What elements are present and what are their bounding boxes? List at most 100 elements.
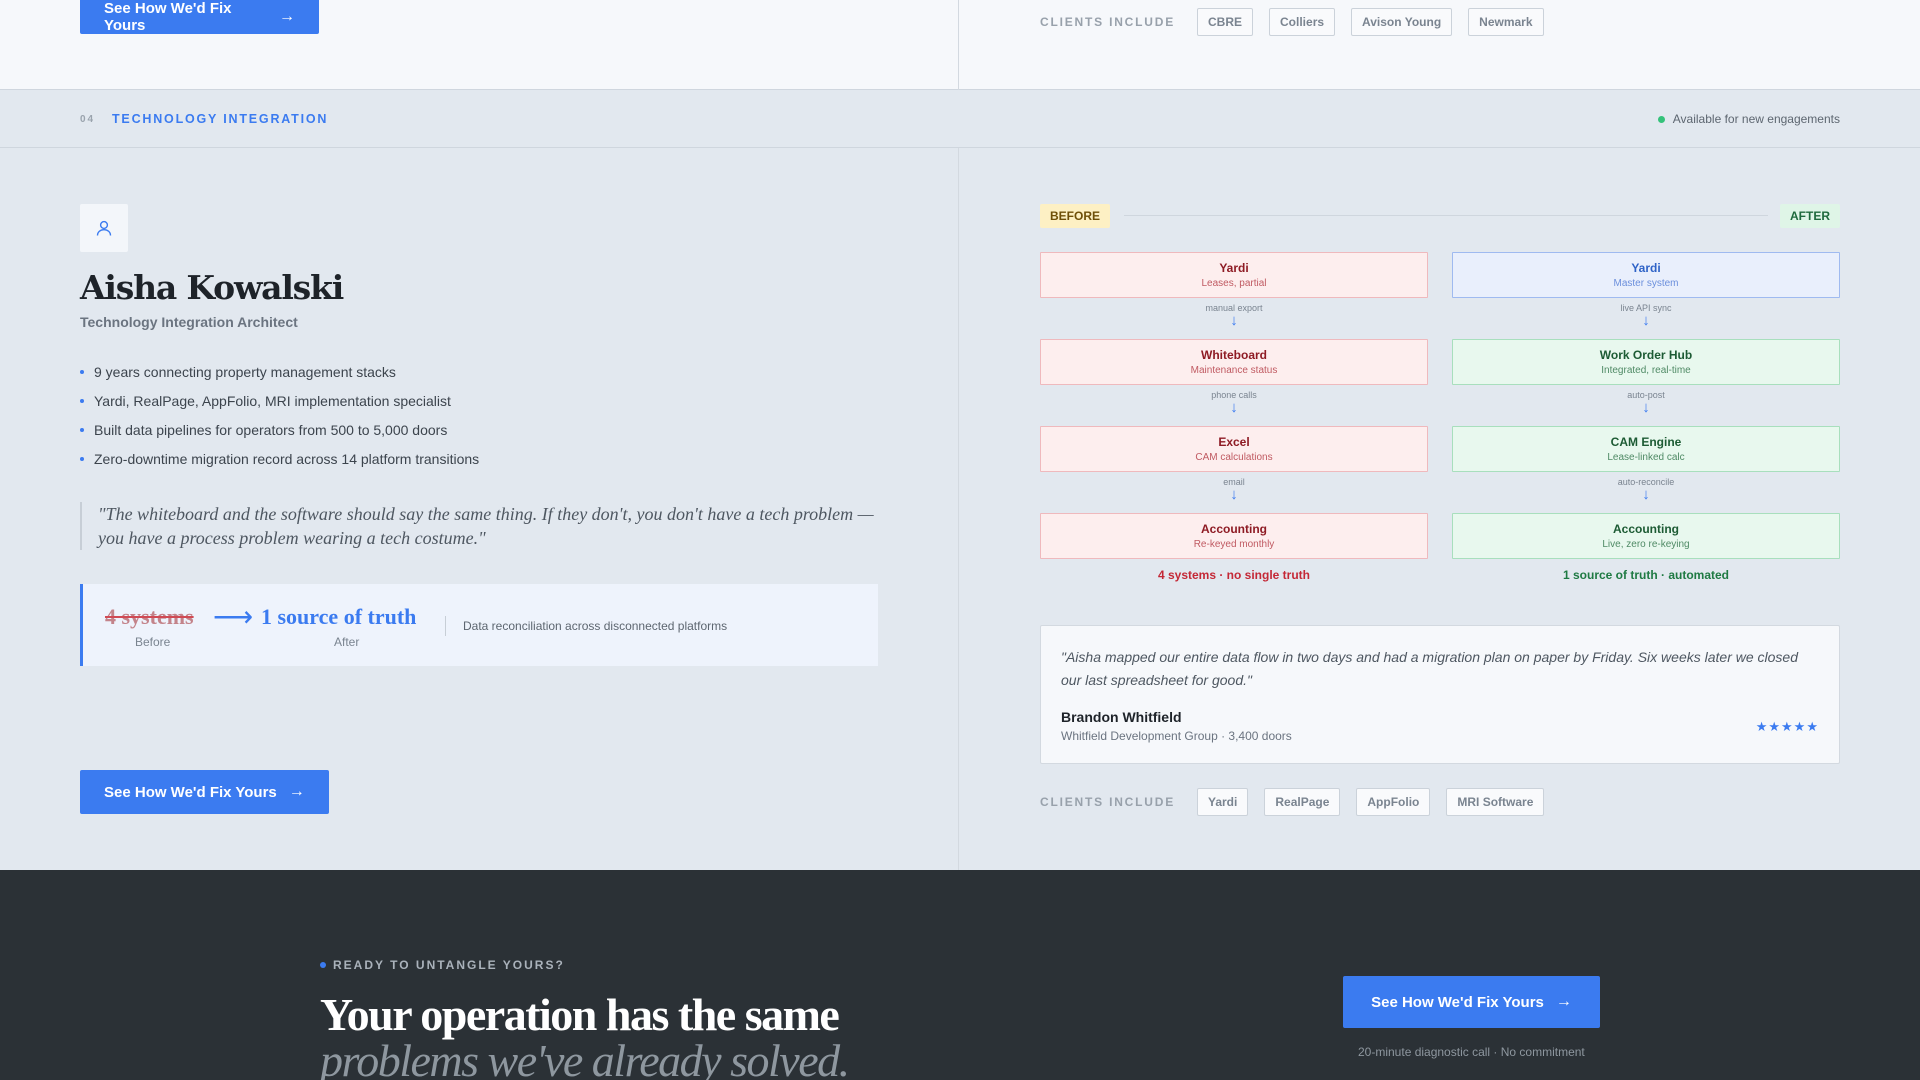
system-title: CAM Engine (1610, 435, 1682, 449)
system-subtitle: Lease-linked calc (1607, 452, 1685, 463)
system-box-cam-engine: CAM Engine Lease-linked calc (1452, 426, 1840, 472)
connector-label: auto-reconcile (1617, 477, 1675, 487)
after-summary: 1 source of truth · automated (1562, 568, 1729, 582)
profile-name: Aisha Kowalski (80, 268, 344, 307)
arrow-right-icon: → (279, 8, 295, 25)
star-rating-icon: ★★★★★ (1755, 719, 1819, 734)
system-box-yardi: Yardi Master system (1452, 252, 1840, 298)
list-item-text: 9 years connecting property management s… (94, 364, 396, 380)
system-box-whiteboard: Whiteboard Maintenance status (1040, 339, 1428, 385)
column-divider (958, 148, 959, 870)
client-chip: CBRE (1197, 8, 1254, 36)
testimonial-quote: "Aisha mapped our entire data flow in tw… (1061, 649, 1799, 688)
system-title: Work Order Hub (1599, 348, 1693, 362)
system-box-yardi: Yardi Leases, partial (1040, 252, 1428, 298)
bullet-icon (80, 399, 84, 403)
availability-status: Available for new engagements (1657, 112, 1840, 126)
connector-label: phone calls (1211, 390, 1257, 400)
availability-text: Available for new engagements (1672, 112, 1840, 126)
system-subtitle: CAM calculations (1195, 452, 1273, 463)
status-dot-icon (1657, 115, 1665, 123)
clients-label: CLIENTS INCLUDE (1040, 795, 1175, 809)
clients-include-bottom: CLIENTS INCLUDE Yardi RealPage AppFolio … (1040, 788, 1545, 816)
section-number: 04 (80, 114, 96, 125)
connector-label: email (1223, 477, 1245, 487)
testimonial-org: Whitfield Development Group · 3,400 door… (1061, 729, 1292, 743)
flow-connector: phone calls ↓ (1040, 385, 1428, 426)
profile-quote: "The whiteboard and the software should … (80, 502, 880, 550)
system-title: Whiteboard (1201, 348, 1267, 362)
before-flow: Yardi Leases, partial manual export ↓ Wh… (1040, 252, 1428, 582)
flow-connector: auto-reconcile ↓ (1452, 472, 1840, 513)
system-box-accounting: Accounting Live, zero re-keying (1452, 513, 1840, 559)
system-title: Yardi (1219, 261, 1249, 275)
system-subtitle: Master system (1613, 278, 1679, 289)
bullet-icon (80, 428, 84, 432)
fix-yours-button[interactable]: See How We'd Fix Yours → (80, 770, 329, 814)
testimonial-card: "Aisha mapped our entire data flow in tw… (1040, 625, 1840, 764)
arrow-down-icon: ↓ (1642, 312, 1650, 329)
client-chip: Avison Young (1351, 8, 1453, 36)
footer-kicker: READY TO UNTANGLE YOURS? (320, 958, 565, 972)
user-icon (96, 220, 112, 236)
flow-connector: email ↓ (1040, 472, 1428, 513)
system-subtitle: Integrated, real-time (1601, 365, 1691, 376)
clients-include-top: CLIENTS INCLUDE CBRE Colliers Avison You… (1040, 8, 1544, 36)
fix-yours-button-top[interactable]: See How We'd Fix Yours → (80, 0, 319, 34)
system-subtitle: Live, zero re-keying (1602, 539, 1690, 550)
profile-role: Technology Integration Architect (80, 314, 298, 330)
arrow-down-icon: ↓ (1230, 312, 1238, 329)
list-item-text: Yardi, RealPage, AppFolio, MRI implement… (94, 393, 451, 409)
client-chip: AppFolio (1356, 788, 1431, 816)
cta-label: See How We'd Fix Yours (104, 0, 232, 34)
metric-before-value: 4 systems (105, 604, 194, 629)
arrow-down-icon: ↓ (1230, 399, 1238, 416)
system-title: Yardi (1631, 261, 1661, 275)
bullet-icon (80, 457, 84, 461)
before-tag: BEFORE (1040, 204, 1111, 228)
clients-label: CLIENTS INCLUDE (1040, 15, 1175, 29)
before-after-metric: 4 systems Before ⟶ 1 source of truth Aft… (80, 584, 878, 666)
avatar (80, 204, 128, 252)
metric-after-value: 1 source of truth (261, 604, 417, 629)
fix-yours-button-footer[interactable]: See How We'd Fix Yours → (1343, 976, 1600, 1028)
testimonial-author: Brandon Whitfield (1061, 709, 1182, 725)
footer-headline-italic: problems we've already solved. (320, 1035, 850, 1080)
client-chip: Colliers (1269, 8, 1336, 36)
flow-connector: manual export ↓ (1040, 298, 1428, 339)
metric-before-label: Before (135, 635, 171, 649)
kicker-text: READY TO UNTANGLE YOURS? (333, 958, 565, 972)
system-box-accounting: Accounting Re-keyed monthly (1040, 513, 1428, 559)
credentials-list: 9 years connecting property management s… (80, 364, 479, 480)
connector-label: auto-post (1627, 390, 1665, 400)
client-chip: Newmark (1468, 8, 1544, 36)
bullet-icon (80, 370, 84, 374)
after-tag: AFTER (1780, 204, 1840, 228)
system-box-work-order-hub: Work Order Hub Integrated, real-time (1452, 339, 1840, 385)
connector-label: live API sync (1620, 303, 1672, 313)
cta-label: See How We'd Fix Yours (104, 783, 277, 801)
footer-note: 20-minute diagnostic call · No commitmen… (1358, 1045, 1585, 1059)
section-title: TECHNOLOGY INTEGRATION (112, 112, 329, 126)
arrow-down-icon: ↓ (1230, 486, 1238, 503)
list-item: 9 years connecting property management s… (80, 364, 479, 393)
after-flow: Yardi Master system live API sync ↓ Work… (1452, 252, 1840, 582)
before-after-rule (1124, 215, 1768, 216)
system-title: Accounting (1613, 522, 1679, 536)
long-arrow-right-icon: ⟶ (213, 601, 254, 632)
column-divider (958, 0, 959, 90)
list-item-text: Zero-downtime migration record across 14… (94, 451, 480, 467)
before-summary: 4 systems · no single truth (1157, 568, 1311, 582)
system-title: Accounting (1201, 522, 1267, 536)
arrow-right-icon: → (1555, 993, 1572, 1010)
list-item: Zero-downtime migration record across 14… (80, 451, 479, 480)
cta-label: See How We'd Fix Yours (1371, 993, 1544, 1011)
connector-label: manual export (1205, 303, 1263, 313)
system-subtitle: Re-keyed monthly (1193, 539, 1275, 550)
section-header: 04 TECHNOLOGY INTEGRATION Available for … (0, 90, 1920, 148)
client-chip: Yardi (1197, 788, 1249, 816)
arrow-right-icon: → (288, 783, 305, 800)
metric-separator (445, 616, 446, 636)
system-subtitle: Maintenance status (1190, 365, 1278, 376)
flow-connector: auto-post ↓ (1452, 385, 1840, 426)
